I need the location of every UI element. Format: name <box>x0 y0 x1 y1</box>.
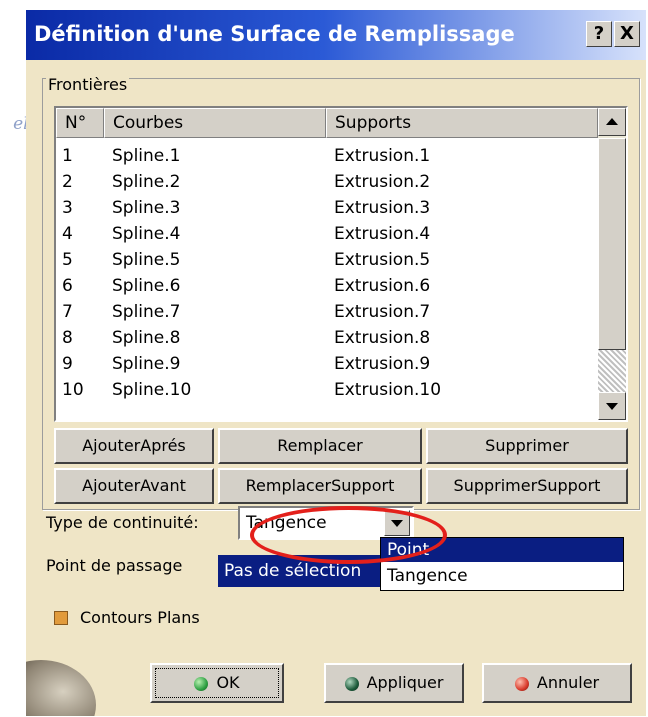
row-support: Extrusion.6 <box>334 276 431 296</box>
passage-label: Point de passage <box>46 556 183 575</box>
annuler-button[interactable]: Annuler <box>482 663 632 703</box>
annotation-ring <box>250 506 447 564</box>
decorative-graphic <box>26 660 96 716</box>
column-header-supports[interactable]: Supports <box>326 108 598 138</box>
table-row[interactable]: 1 Spline.1 Extrusion.1 <box>56 144 596 168</box>
frontieres-list[interactable]: N° Courbes Supports 1 Spline.1 Extrusion… <box>54 106 628 422</box>
scroll-down-button[interactable] <box>598 392 626 420</box>
row-number: 5 <box>62 250 73 270</box>
row-courbe: Spline.10 <box>112 380 192 400</box>
row-support: Extrusion.8 <box>334 328 431 348</box>
appliquer-button[interactable]: Appliquer <box>324 663 464 703</box>
row-courbe: Spline.9 <box>112 354 181 374</box>
row-number: 9 <box>62 354 73 374</box>
row-number: 4 <box>62 224 73 244</box>
row-courbe: Spline.3 <box>112 198 181 218</box>
ok-button[interactable]: OK <box>150 663 284 703</box>
row-support: Extrusion.5 <box>334 250 431 270</box>
row-support: Extrusion.3 <box>334 198 431 218</box>
row-courbe: Spline.5 <box>112 250 181 270</box>
contours-plans-checkbox[interactable] <box>54 611 68 625</box>
title-bar: Définition d'une Surface de Remplissage … <box>26 10 646 60</box>
row-courbe: Spline.2 <box>112 172 181 192</box>
close-button[interactable]: X <box>614 21 640 47</box>
help-button[interactable]: ? <box>586 21 612 47</box>
column-header-courbes[interactable]: Courbes <box>104 108 326 138</box>
row-courbe: Spline.7 <box>112 302 181 322</box>
row-number: 3 <box>62 198 73 218</box>
table-row[interactable]: 7 Spline.7 Extrusion.7 <box>56 300 596 324</box>
frontieres-label: Frontières <box>46 75 130 94</box>
table-row[interactable]: 3 Spline.3 Extrusion.3 <box>56 196 596 220</box>
row-courbe: Spline.1 <box>112 146 181 166</box>
apply-light-icon <box>344 676 359 691</box>
green-light-icon <box>194 676 209 691</box>
table-row[interactable]: 2 Spline.2 Extrusion.2 <box>56 170 596 194</box>
row-support: Extrusion.10 <box>334 380 442 400</box>
row-number: 7 <box>62 302 73 322</box>
scrollbar-track[interactable] <box>598 350 626 392</box>
table-row[interactable]: 8 Spline.8 Extrusion.8 <box>56 326 596 350</box>
row-courbe: Spline.8 <box>112 328 181 348</box>
ok-label: OK <box>216 673 240 692</box>
row-number: 1 <box>62 146 73 166</box>
row-support: Extrusion.1 <box>334 146 431 166</box>
arrow-up-icon <box>606 118 618 125</box>
continuity-label: Type de continuité: <box>46 513 199 532</box>
row-support: Extrusion.9 <box>334 354 431 374</box>
row-support: Extrusion.7 <box>334 302 431 322</box>
table-row[interactable]: 5 Spline.5 Extrusion.5 <box>56 248 596 272</box>
table-row[interactable]: 9 Spline.9 Extrusion.9 <box>56 352 596 376</box>
dialog-window: Définition d'une Surface de Remplissage … <box>26 10 646 716</box>
column-header-number[interactable]: N° <box>56 108 104 138</box>
red-light-icon <box>514 676 529 691</box>
scrollbar-thumb[interactable] <box>598 138 626 350</box>
vertical-scrollbar[interactable] <box>598 108 626 420</box>
ajouter-apres-button[interactable]: AjouterAprés <box>54 428 214 464</box>
contours-plans-label: Contours Plans <box>80 608 200 627</box>
supprimer-support-button[interactable]: SupprimerSupport <box>426 468 628 504</box>
table-row[interactable]: 10 Spline.10 Extrusion.10 <box>56 378 596 402</box>
row-support: Extrusion.4 <box>334 224 431 244</box>
appliquer-label: Appliquer <box>366 673 444 692</box>
row-number: 10 <box>62 380 84 400</box>
row-number: 8 <box>62 328 73 348</box>
row-number: 6 <box>62 276 73 296</box>
table-row[interactable]: 4 Spline.4 Extrusion.4 <box>56 222 596 246</box>
scroll-up-button[interactable] <box>598 108 626 136</box>
row-courbe: Spline.4 <box>112 224 181 244</box>
dialog-title: Définition d'une Surface de Remplissage <box>34 22 515 46</box>
annuler-label: Annuler <box>536 673 600 692</box>
row-courbe: Spline.6 <box>112 276 181 296</box>
remplacer-button[interactable]: Remplacer <box>218 428 422 464</box>
option-tangence[interactable]: Tangence <box>381 564 623 588</box>
ajouter-avant-button[interactable]: AjouterAvant <box>54 468 214 504</box>
table-row[interactable]: 6 Spline.6 Extrusion.6 <box>56 274 596 298</box>
remplacer-support-button[interactable]: RemplacerSupport <box>218 468 422 504</box>
row-number: 2 <box>62 172 73 192</box>
supprimer-button[interactable]: Supprimer <box>426 428 628 464</box>
row-support: Extrusion.2 <box>334 172 431 192</box>
arrow-down-icon <box>606 403 618 410</box>
